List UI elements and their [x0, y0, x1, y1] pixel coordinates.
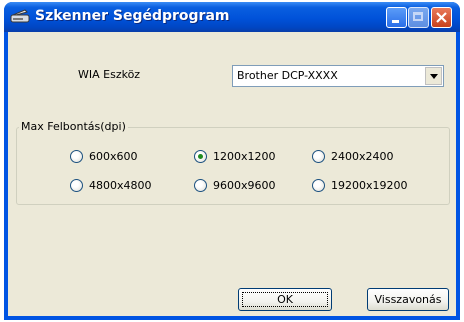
device-label: WIA Eszköz: [78, 68, 141, 81]
dropdown-button[interactable]: [425, 67, 442, 85]
device-select-value: Brother DCP-XXXX: [237, 69, 338, 82]
resolution-group: [16, 127, 450, 205]
scanner-icon: [10, 9, 30, 23]
radio-2400x2400[interactable]: 2400x2400: [312, 150, 394, 163]
radio-label: 4800x4800: [89, 179, 152, 192]
device-select[interactable]: Brother DCP-XXXX: [232, 65, 444, 87]
radio-button-icon: [194, 179, 207, 192]
cancel-button-label: Visszavonás: [374, 293, 442, 306]
radio-label: 9600x9600: [213, 179, 276, 192]
radio-button-icon: [70, 179, 83, 192]
radio-1200x1200[interactable]: 1200x1200: [194, 150, 276, 163]
radio-label: 19200x19200: [331, 179, 408, 192]
radio-label: 2400x2400: [331, 150, 394, 163]
radio-button-icon: [312, 150, 325, 163]
radio-9600x9600[interactable]: 9600x9600: [194, 179, 276, 192]
dialog-window: Szkenner Segédprogram WIA Eszköz Brother…: [4, 2, 460, 320]
cancel-button[interactable]: Visszavonás: [367, 288, 449, 311]
title-bar[interactable]: Szkenner Segédprogram: [4, 2, 460, 32]
radio-19200x19200[interactable]: 19200x19200: [312, 179, 408, 192]
maximize-icon: [413, 12, 423, 21]
radio-600x600[interactable]: 600x600: [70, 150, 138, 163]
maximize-button[interactable]: [408, 7, 429, 28]
radio-button-icon: [70, 150, 83, 163]
dialog-body: WIA Eszköz Brother DCP-XXXX Max Felbontá…: [8, 32, 456, 316]
minimize-button[interactable]: [386, 7, 407, 28]
window-title: Szkenner Segédprogram: [35, 8, 230, 24]
radio-label: 1200x1200: [213, 150, 276, 163]
chevron-down-icon: [430, 74, 438, 79]
close-icon: [436, 12, 447, 23]
radio-button-checked-icon: [194, 150, 207, 163]
radio-label: 600x600: [89, 150, 138, 163]
focus-rectangle: [242, 292, 328, 307]
radio-4800x4800[interactable]: 4800x4800: [70, 179, 152, 192]
minimize-icon: [392, 20, 399, 23]
close-button[interactable]: [431, 7, 452, 28]
resolution-group-label: Max Felbontás(dpi): [19, 120, 128, 133]
ok-button[interactable]: OK: [238, 288, 332, 311]
radio-button-icon: [312, 179, 325, 192]
